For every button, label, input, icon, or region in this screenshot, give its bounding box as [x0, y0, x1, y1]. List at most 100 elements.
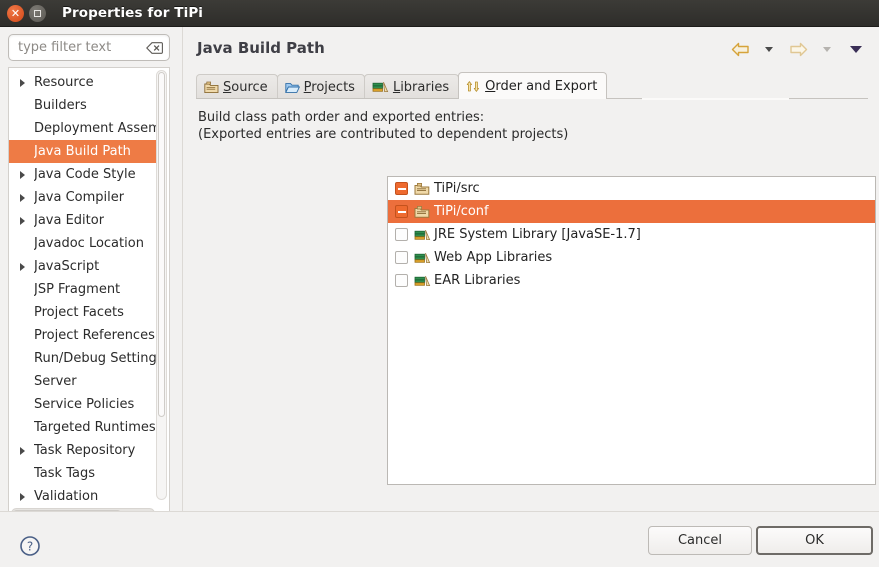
table-row[interactable]: JRE System Library [JavaSE-1.7] [388, 223, 875, 246]
help-icon[interactable]: ? [19, 535, 41, 561]
sidebar-item-label: JavaScript [34, 259, 100, 274]
page-navigation [727, 38, 869, 60]
sidebar-vertical-scroll-thumb[interactable] [158, 72, 165, 417]
expand-arrow-icon[interactable] [15, 170, 30, 179]
description-line-2: (Exported entries are contributed to dep… [198, 127, 569, 142]
library-books-icon [414, 274, 431, 288]
sidebar-item-project-references[interactable]: Project References [9, 324, 159, 347]
clear-icon[interactable] [146, 41, 163, 54]
back-arrow-icon[interactable] [727, 38, 753, 60]
sidebar-item-deployment-assembly[interactable]: Deployment Assembly [9, 117, 159, 140]
expand-arrow-icon[interactable] [15, 446, 30, 455]
table-row[interactable]: Web App Libraries [388, 246, 875, 269]
settings-tree[interactable]: Resource Builders Deployment Assembly Java … [8, 67, 170, 522]
tab-order-and-export[interactable]: Order and Export [458, 72, 608, 99]
sidebar-item-label: Run/Debug Settings [34, 351, 159, 366]
tab-libraries[interactable]: Libraries [363, 74, 460, 99]
entry-label: TiPi/src [434, 181, 480, 196]
content-panel: Java Build Path Source Projects Libraries O… [182, 27, 879, 511]
entry-label: Web App Libraries [434, 250, 553, 265]
cancel-button-label: Cancel [677, 533, 723, 548]
filter-area: type filter text [0, 27, 178, 65]
filter-placeholder: type filter text [18, 40, 112, 55]
expand-arrow-icon[interactable] [15, 193, 30, 202]
menu-chevron-down-icon[interactable] [843, 38, 869, 60]
sidebar-item-server[interactable]: Server [9, 370, 159, 393]
sidebar-item-java-build-path[interactable]: Java Build Path [9, 140, 165, 163]
library-books-icon [414, 251, 431, 265]
table-row[interactable]: EAR Libraries [388, 269, 875, 292]
expand-arrow-icon[interactable] [15, 78, 30, 87]
sidebar-item-java-code-style[interactable]: Java Code Style [9, 163, 159, 186]
sidebar-item-builders[interactable]: Builders [9, 94, 159, 117]
search-input[interactable]: type filter text [8, 34, 170, 61]
sidebar-item-javascript[interactable]: JavaScript [9, 255, 159, 278]
svg-text:?: ? [27, 540, 33, 554]
sidebar-item-java-editor[interactable]: Java Editor [9, 209, 159, 232]
sidebar-item-label: Resource [34, 75, 94, 90]
cancel-button[interactable]: Cancel [648, 526, 752, 555]
back-dropdown-chevron-down-icon[interactable] [756, 38, 782, 60]
sidebar-item-validation[interactable]: Validation [9, 485, 159, 508]
sidebar-item-label: Java Editor [34, 213, 105, 228]
expand-arrow-icon[interactable] [15, 262, 30, 271]
sidebar-item-project-facets[interactable]: Project Facets [9, 301, 159, 324]
entry-checkbox[interactable] [395, 205, 408, 218]
maximize-icon[interactable] [29, 4, 46, 22]
forward-arrow-icon[interactable] [785, 38, 811, 60]
sidebar: type filter text Resource Builders Deploym… [0, 27, 178, 522]
entry-label: JRE System Library [JavaSE-1.7] [434, 227, 641, 242]
blue-folder-icon [284, 81, 300, 94]
sidebar-item-label: Task Tags [34, 466, 95, 481]
sidebar-item-task-repository[interactable]: Task Repository [9, 439, 159, 462]
ok-button-label: OK [805, 533, 824, 548]
sidebar-item-resource[interactable]: Resource [9, 71, 159, 94]
table-row[interactable]: TiPi/conf [388, 200, 875, 223]
sidebar-item-label: Deployment Assembly [34, 121, 159, 136]
window-title: Properties for TiPi [62, 5, 204, 21]
ok-button[interactable]: OK [756, 526, 873, 555]
package-folder-icon [204, 81, 219, 94]
sidebar-vertical-scrollbar[interactable] [156, 70, 167, 500]
entry-label: EAR Libraries [434, 273, 521, 288]
tab-bar: Source Projects Libraries Order and Export [196, 72, 868, 99]
expand-arrow-icon[interactable] [15, 216, 30, 225]
description-text: Build class path order and exported entr… [198, 109, 568, 143]
sidebar-item-service-policies[interactable]: Service Policies [9, 393, 159, 416]
entry-label: TiPi/conf [434, 204, 489, 219]
tab-label: Order and Export [485, 78, 598, 94]
sidebar-item-label: JSP Fragment [34, 282, 121, 297]
close-icon[interactable]: ✕ [7, 4, 24, 22]
table-row[interactable]: TiPi/src [388, 177, 875, 200]
sidebar-item-javadoc-location[interactable]: Javadoc Location [9, 232, 159, 255]
settings-tree-list: Resource Builders Deployment Assembly Java … [9, 71, 165, 508]
entry-checkbox[interactable] [395, 228, 408, 241]
title-bar: ✕ Properties for TiPi [0, 0, 879, 27]
sidebar-item-label: Targeted Runtimes [34, 420, 156, 435]
forward-dropdown-chevron-down-icon[interactable] [814, 38, 840, 60]
library-books-icon [372, 80, 389, 94]
sidebar-item-label: Java Build Path [34, 144, 131, 159]
sidebar-item-java-compiler[interactable]: Java Compiler [9, 186, 159, 209]
sidebar-item-label: Server [34, 374, 77, 389]
entry-checkbox[interactable] [395, 274, 408, 287]
tab-label: Source [223, 79, 268, 95]
sidebar-item-label: Builders [34, 98, 87, 113]
entry-checkbox[interactable] [395, 182, 408, 195]
sidebar-item-label: Java Code Style [34, 167, 136, 182]
sidebar-item-label: Project References [34, 328, 155, 343]
sidebar-item-label: Task Repository [34, 443, 136, 458]
expand-arrow-icon[interactable] [15, 492, 30, 501]
sidebar-item-run-debug-settings[interactable]: Run/Debug Settings [9, 347, 159, 370]
tab-label: Libraries [392, 79, 450, 95]
tab-source[interactable]: Source [196, 74, 278, 99]
tab-projects[interactable]: Projects [276, 74, 365, 99]
sidebar-item-jsp-fragment[interactable]: JSP Fragment [9, 278, 159, 301]
sidebar-item-targeted-runtimes[interactable]: Targeted Runtimes [9, 416, 159, 439]
entry-checkbox[interactable] [395, 251, 408, 264]
tab-label: Projects [303, 79, 355, 95]
sidebar-item-label: Service Policies [34, 397, 135, 412]
classpath-entry-list[interactable]: TiPi/src TiPi/conf JRE System Library [Jav… [387, 176, 876, 485]
sidebar-item-task-tags[interactable]: Task Tags [9, 462, 159, 485]
library-books-icon [414, 228, 431, 242]
